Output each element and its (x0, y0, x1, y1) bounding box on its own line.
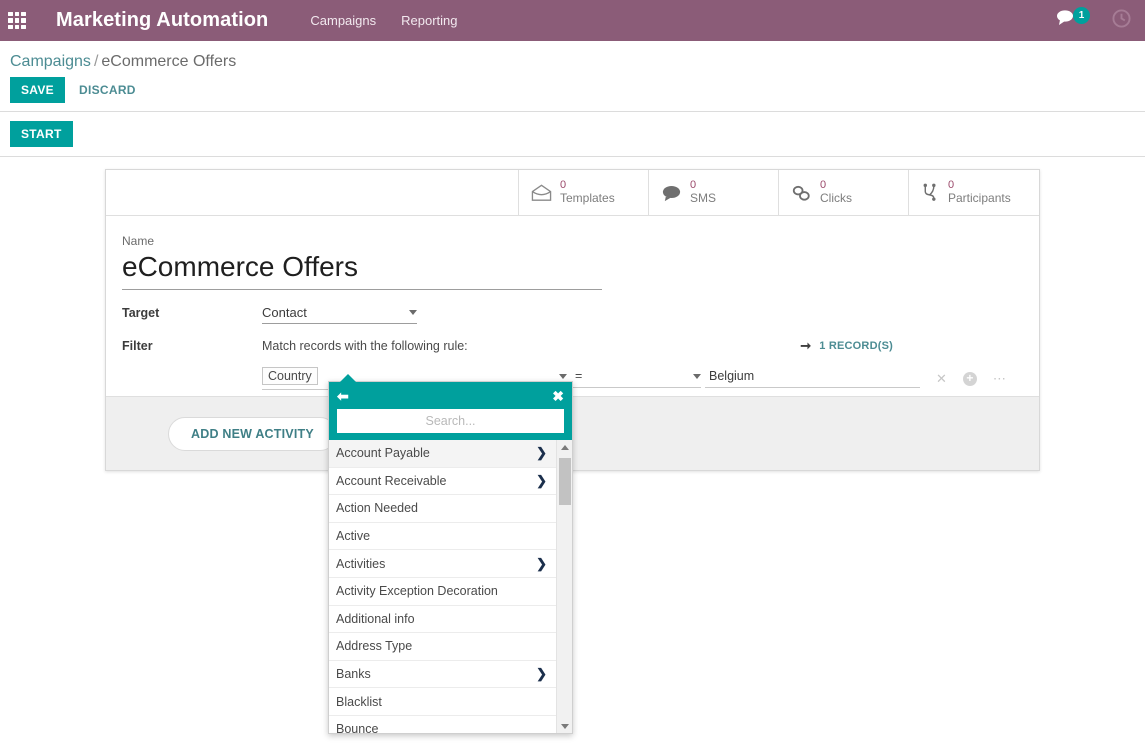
breadcrumb-parent[interactable]: Campaigns (10, 53, 91, 70)
field-list-item[interactable]: Address Type (329, 633, 556, 661)
filter-field-label: Filter (122, 339, 262, 353)
stat-button-row: 0 Templates 0 SMS (106, 170, 1039, 216)
popover-body: Account Payable ❯ Account Receivable ❯ Actio… (329, 440, 572, 733)
breadcrumb-current: eCommerce Offers (101, 53, 236, 70)
target-select[interactable]: Contact (262, 304, 417, 324)
field-list-item[interactable]: Activities ❯ (329, 550, 556, 578)
stat-button-sms[interactable]: 0 SMS (649, 170, 779, 215)
rule-operator-selector[interactable]: = (571, 369, 701, 388)
clock-icon[interactable] (1112, 9, 1131, 33)
rule-action-icons: ✕ + ⋯ (936, 371, 1007, 387)
form-body: Name Target Contact Filter Match records… (106, 216, 1039, 396)
stat-button-participants[interactable]: 0 Participants (909, 170, 1039, 215)
target-select-value: Contact (262, 305, 307, 320)
popover-pointer (339, 374, 357, 383)
caret-down-icon[interactable] (557, 719, 572, 733)
stat-label-templates: Templates (560, 192, 615, 206)
target-field-label: Target (122, 306, 262, 320)
envelope-open-icon (531, 184, 552, 202)
arrow-right-icon: ➞ (800, 338, 811, 354)
branch-icon (921, 183, 940, 202)
field-list-item[interactable]: Action Needed (329, 495, 556, 523)
save-button[interactable]: SAVE (10, 77, 65, 103)
plus-circle-icon[interactable]: + (963, 372, 977, 386)
field-list-item[interactable]: Banks ❯ (329, 661, 556, 689)
field-list-item-label: Active (336, 529, 370, 543)
close-icon[interactable]: ✖ (552, 389, 564, 403)
main-nav: Campaigns Reporting (310, 13, 457, 28)
filter-header: Match records with the following rule: ➞… (262, 338, 1023, 354)
chevron-right-icon[interactable]: ❯ (536, 473, 547, 489)
arrow-left-icon[interactable]: ⬅ (337, 389, 349, 403)
status-action-bar: START (0, 112, 1145, 156)
field-list-item-label: Additional info (336, 612, 415, 626)
field-list-item-label: Account Receivable (336, 474, 446, 488)
chevron-down-icon (409, 310, 417, 315)
target-field-row: Target Contact (122, 304, 1023, 324)
form-view-background: 0 Templates 0 SMS (0, 157, 1145, 471)
nav-item-campaigns[interactable]: Campaigns (310, 13, 376, 28)
field-list-item-label: Bounce (336, 722, 378, 733)
start-button[interactable]: START (10, 121, 73, 147)
record-count-link[interactable]: ➞ 1 RECORD(S) (800, 338, 1023, 354)
caret-up-icon[interactable] (557, 440, 572, 454)
popover-header: ⬅ ✖ (329, 382, 572, 440)
field-list-item-label: Banks (336, 667, 371, 681)
nav-item-reporting[interactable]: Reporting (401, 13, 457, 28)
field-list-item[interactable]: Account Payable ❯ (329, 440, 556, 468)
field-list[interactable]: Account Payable ❯ Account Receivable ❯ Actio… (329, 440, 556, 733)
stat-button-clicks[interactable]: 0 Clicks (779, 170, 909, 215)
top-navbar: Marketing Automation Campaigns Reporting… (0, 0, 1145, 41)
app-brand-title: Marketing Automation (56, 9, 268, 32)
breadcrumb-separator: / (94, 53, 98, 70)
ellipsis-icon[interactable]: ⋯ (993, 371, 1007, 387)
field-list-item[interactable]: Blacklist (329, 688, 556, 716)
field-list-item-label: Account Payable (336, 446, 430, 460)
add-new-activity-button[interactable]: ADD NEW ACTIVITY (168, 417, 337, 451)
messages-button[interactable]: 1 (1056, 9, 1090, 32)
field-list-scrollbar[interactable] (556, 440, 572, 733)
stat-row-spacer (106, 170, 519, 215)
rule-field-value[interactable]: Country (262, 367, 318, 385)
chevron-right-icon[interactable]: ❯ (536, 666, 547, 682)
field-list-item-label: Address Type (336, 639, 412, 653)
name-input[interactable] (122, 249, 602, 290)
chevron-down-icon (693, 374, 701, 379)
chevron-right-icon[interactable]: ❯ (536, 445, 547, 461)
field-list-item-label: Activities (336, 557, 385, 571)
name-field-label: Name (122, 234, 1023, 248)
scrollbar-thumb[interactable] (559, 458, 571, 505)
field-selector-popover: ⬅ ✖ Account Payable❯Account Receivable❯A… (328, 381, 573, 734)
stat-label-sms: SMS (690, 192, 716, 206)
speech-bubble-icon (661, 184, 682, 202)
stat-label-clicks: Clicks (820, 192, 852, 206)
field-list-item[interactable]: Activity Exception Decoration (329, 578, 556, 606)
search-input[interactable] (337, 409, 564, 433)
chain-link-icon (791, 184, 812, 202)
field-list-item[interactable]: Additional info (329, 606, 556, 634)
field-list-item[interactable]: Account Receivable ❯ (329, 468, 556, 496)
messages-badge: 1 (1073, 7, 1090, 24)
stat-label-participants: Participants (948, 192, 1011, 206)
discard-button[interactable]: DISCARD (79, 83, 136, 97)
record-action-bar: SAVE DISCARD (0, 77, 1145, 111)
filter-hint-text: Match records with the following rule: (262, 339, 468, 353)
stat-button-templates[interactable]: 0 Templates (519, 170, 649, 215)
breadcrumb: Campaigns/eCommerce Offers (0, 41, 1145, 77)
record-count-label: 1 RECORD(S) (819, 340, 893, 352)
navbar-right-tools: 1 (1056, 9, 1131, 33)
field-list-item-label: Action Needed (336, 501, 418, 515)
field-list-item-label: Blacklist (336, 695, 382, 709)
field-list-item[interactable]: Active (329, 523, 556, 551)
rule-value-input[interactable]: Belgium (705, 369, 920, 388)
apps-grid-icon[interactable] (4, 8, 30, 34)
chevron-right-icon[interactable]: ❯ (536, 556, 547, 572)
field-list-item-label: Activity Exception Decoration (336, 584, 498, 598)
close-icon[interactable]: ✕ (936, 371, 947, 387)
field-list-item[interactable]: Bounce (329, 716, 556, 733)
chevron-down-icon (559, 374, 567, 379)
